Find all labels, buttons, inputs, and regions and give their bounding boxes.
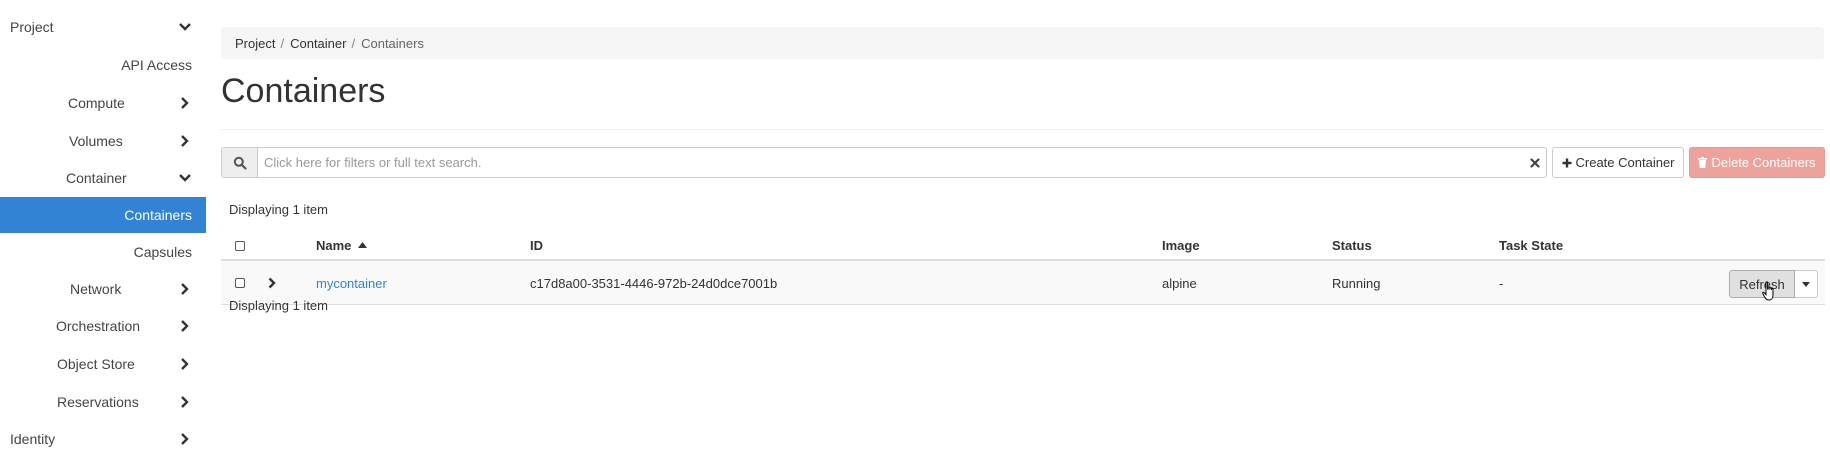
chevron-right-icon <box>181 135 189 147</box>
sidebar-item-label: API Access <box>121 57 192 73</box>
column-header-image[interactable]: Image <box>1162 238 1200 253</box>
breadcrumb-separator: / <box>351 35 356 51</box>
table-summary-bottom: Displaying 1 item <box>229 298 328 313</box>
table-row: mycontainer c17d8a00-3531-4446-972b-24d0… <box>221 261 1825 305</box>
sidebar-item-label: Volumes <box>69 133 123 149</box>
breadcrumb-item-containers: Containers <box>361 35 424 51</box>
caret-down-icon <box>1802 281 1810 287</box>
container-name-link[interactable]: mycontainer <box>316 276 387 291</box>
search-bar <box>221 147 1547 178</box>
search-input[interactable] <box>258 148 1524 177</box>
select-all-checkbox[interactable] <box>235 241 245 251</box>
sort-ascending-icon <box>358 242 368 248</box>
column-header-status[interactable]: Status <box>1332 238 1372 253</box>
column-header-name-label: Name <box>316 238 352 253</box>
divider <box>221 129 1824 130</box>
trash-icon <box>1698 157 1708 168</box>
sidebar-item-label: Identity <box>10 431 56 447</box>
table-header: Name ID Image Status Task State <box>221 230 1825 261</box>
chevron-right-icon <box>181 320 189 332</box>
chevron-down-icon <box>179 23 191 31</box>
sidebar-item-label: Reservations <box>57 394 139 410</box>
container-image: alpine <box>1162 276 1197 291</box>
chevron-right-icon <box>181 358 189 370</box>
column-header-task-state[interactable]: Task State <box>1499 238 1563 253</box>
clear-search-button[interactable] <box>1524 148 1546 177</box>
sidebar-item-label: Project <box>10 19 54 35</box>
row-actions: Refresh <box>1729 270 1818 298</box>
container-id: c17d8a00-3531-4446-972b-24d0dce7001b <box>530 276 778 291</box>
sidebar-item-container[interactable]: Container <box>0 160 206 196</box>
chevron-right-icon <box>181 433 189 445</box>
breadcrumb: Project / Container / Containers <box>221 27 1824 59</box>
column-header-name[interactable]: Name <box>316 238 368 253</box>
row-select-checkbox[interactable] <box>235 278 245 288</box>
delete-containers-label: Delete Containers <box>1711 155 1816 170</box>
sidebar-item-containers[interactable]: Containers <box>0 197 206 233</box>
sidebar-item-reservations[interactable]: Reservations <box>0 384 206 420</box>
sidebar-item-object-store[interactable]: Object Store <box>0 346 206 382</box>
sidebar-item-network[interactable]: Network <box>0 271 206 307</box>
close-icon <box>1530 157 1540 168</box>
main-content: Project / Container / Containers Contain… <box>221 0 1825 458</box>
container-status: Running <box>1332 276 1381 291</box>
chevron-right-icon <box>181 283 189 295</box>
sidebar-item-compute[interactable]: Compute <box>0 85 206 121</box>
sidebar-item-capsules[interactable]: Capsules <box>0 234 206 270</box>
sidebar-item-orchestration[interactable]: Orchestration <box>0 308 206 344</box>
sidebar-item-api-access[interactable]: API Access <box>0 47 206 83</box>
sidebar-item-project[interactable]: Project <box>0 9 206 45</box>
chevron-down-icon <box>179 174 191 182</box>
plus-icon <box>1562 158 1571 167</box>
breadcrumb-item-project[interactable]: Project <box>235 36 275 51</box>
sidebar-item-label: Containers <box>124 207 192 223</box>
row-actions-dropdown-button[interactable] <box>1795 270 1818 298</box>
column-header-id[interactable]: ID <box>530 238 543 253</box>
sidebar-item-label: Object Store <box>57 356 135 372</box>
search-addon[interactable] <box>222 148 258 177</box>
create-container-button[interactable]: Create Container <box>1552 147 1684 178</box>
delete-containers-button[interactable]: Delete Containers <box>1689 147 1825 178</box>
sidebar: Project API Access Compute Volumes Conta… <box>0 0 206 458</box>
search-icon <box>233 156 247 170</box>
sidebar-item-label: Network <box>70 281 122 297</box>
sidebar-item-volumes[interactable]: Volumes <box>0 123 206 159</box>
container-task-state: - <box>1499 276 1504 291</box>
sidebar-item-label: Capsules <box>133 244 192 260</box>
sidebar-item-label: Compute <box>68 95 125 111</box>
breadcrumb-item-container[interactable]: Container <box>290 36 346 51</box>
table-summary-top: Displaying 1 item <box>229 202 328 217</box>
sidebar-item-label: Orchestration <box>56 318 141 334</box>
refresh-button[interactable]: Refresh <box>1729 270 1795 298</box>
breadcrumb-separator: / <box>280 35 285 51</box>
sidebar-item-label: Container <box>66 170 127 186</box>
chevron-right-icon[interactable] <box>267 277 277 289</box>
page-title: Containers <box>221 72 386 110</box>
create-container-label: Create Container <box>1575 155 1675 170</box>
chevron-right-icon <box>181 97 189 109</box>
chevron-right-icon <box>181 396 189 408</box>
sidebar-item-identity[interactable]: Identity <box>0 421 206 457</box>
